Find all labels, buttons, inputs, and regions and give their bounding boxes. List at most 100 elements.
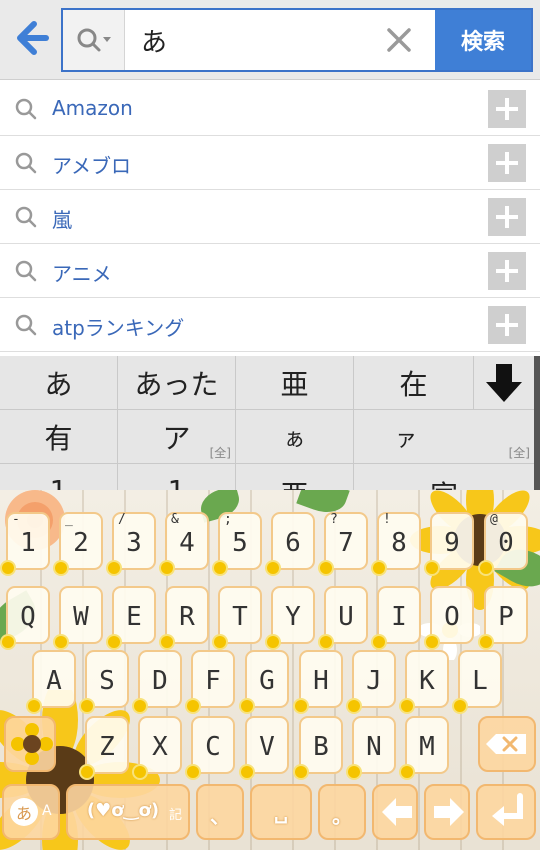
search-engine-selector[interactable] <box>63 10 125 70</box>
key-o[interactable]: O <box>426 586 474 648</box>
candidate-text: ぁ <box>283 427 306 452</box>
candidate[interactable]: 在 <box>354 356 474 410</box>
key-label: E <box>126 602 142 632</box>
plus-icon[interactable] <box>488 90 526 128</box>
candidate[interactable]: 家 <box>354 464 534 490</box>
flower-icon <box>214 562 226 574</box>
key-l[interactable]: L <box>454 650 502 712</box>
sunflower-icon <box>11 723 53 765</box>
key-z[interactable]: Z <box>81 716 129 778</box>
candidate[interactable]: 有 <box>0 410 118 464</box>
flower-icon <box>187 766 199 778</box>
key-m[interactable]: M <box>401 716 449 778</box>
candidate[interactable]: ア [全] <box>118 410 236 464</box>
emoji-key[interactable] <box>4 716 56 772</box>
emoticon-sub-label: 記 <box>168 808 182 823</box>
key-label: Z <box>99 732 115 762</box>
candidate[interactable]: あった <box>118 356 236 410</box>
flower-icon <box>161 562 173 574</box>
key-x[interactable]: X <box>134 716 182 778</box>
emoticon-key[interactable]: (♥ơ‿ơ) 記 <box>66 784 190 840</box>
key-f[interactable]: F <box>187 650 235 712</box>
key-s[interactable]: S <box>81 650 129 712</box>
suggestion-item[interactable]: 嵐 <box>0 190 540 244</box>
plus-icon[interactable] <box>488 306 526 344</box>
back-arrow-icon[interactable] <box>12 18 52 58</box>
suggestion-item[interactable]: Amazon <box>0 82 540 136</box>
candidate[interactable]: 1 <box>118 464 236 490</box>
key-c[interactable]: C <box>187 716 235 778</box>
search-button[interactable]: 検索 <box>435 10 531 70</box>
key-5[interactable]: ; 5 <box>214 512 262 574</box>
flower-icon <box>373 636 385 648</box>
key-label: 6 <box>285 528 301 558</box>
key-3[interactable]: /3 <box>108 512 156 574</box>
key-y[interactable]: Y <box>267 586 315 648</box>
flower-icon <box>108 636 120 648</box>
key-n[interactable]: N <box>348 716 396 778</box>
key-k[interactable]: K <box>401 650 449 712</box>
key-label: 7 <box>338 528 354 558</box>
plus-icon[interactable] <box>488 144 526 182</box>
key-4[interactable]: & 4 <box>161 512 209 574</box>
suggestion-text[interactable]: アメブロ <box>52 150 131 179</box>
comma-key[interactable]: 、 <box>196 784 244 840</box>
key-w[interactable]: W <box>55 586 103 648</box>
key-h[interactable]: H <box>295 650 343 712</box>
key-label: B <box>313 732 329 762</box>
suggestion-item[interactable]: atpランキング <box>0 298 540 352</box>
arrow-right-icon <box>434 798 464 826</box>
plus-icon[interactable] <box>488 198 526 236</box>
enter-key[interactable] <box>476 784 536 840</box>
suggestion-text[interactable]: Amazon <box>52 96 133 120</box>
expand-candidates-icon[interactable] <box>474 356 534 410</box>
fullwidth-tag: [全] <box>508 446 530 460</box>
candidate[interactable]: ぁ <box>236 410 354 464</box>
key-label: 3 <box>126 528 142 558</box>
key-6[interactable]: 6 <box>267 512 315 574</box>
key-r[interactable]: R <box>161 586 209 648</box>
key-8[interactable]: ! 8 <box>373 512 421 574</box>
key-1[interactable]: -1 <box>2 512 50 574</box>
candidate-scrollbar[interactable] <box>534 356 540 490</box>
key-u[interactable]: U <box>320 586 368 648</box>
search-input[interactable]: あ <box>141 22 167 59</box>
flower-icon <box>28 700 40 712</box>
key-i[interactable]: I <box>373 586 421 648</box>
suggestion-text[interactable]: アニメ <box>52 258 112 287</box>
period-key[interactable]: 。 <box>318 784 366 840</box>
candidate[interactable]: 亜 <box>236 464 354 490</box>
key-2[interactable]: _ 2 <box>55 512 103 574</box>
candidate[interactable]: 1 <box>0 464 118 490</box>
key-d[interactable]: D <box>134 650 182 712</box>
key-p[interactable]: P <box>480 586 528 648</box>
key-a[interactable]: A <box>28 650 76 712</box>
key-9[interactable]: 9 <box>426 512 474 574</box>
cursor-right-key[interactable] <box>424 784 470 840</box>
suggestion-text[interactable]: 嵐 <box>52 204 72 233</box>
flower-icon <box>373 562 385 574</box>
suggestion-text[interactable]: atpランキング <box>52 312 184 341</box>
key-7[interactable]: ? 7 <box>320 512 368 574</box>
key-g[interactable]: G <box>241 650 289 712</box>
space-key[interactable]: ␣ <box>250 784 312 840</box>
clear-icon[interactable] <box>383 24 415 56</box>
candidate[interactable]: あ <box>0 356 118 410</box>
candidate[interactable]: 亜 <box>236 356 354 410</box>
search-box: あ 検索 <box>61 8 533 72</box>
key-0[interactable]: @0 <box>480 512 528 574</box>
key-e[interactable]: E <box>108 586 156 648</box>
key-b[interactable]: B <box>295 716 343 778</box>
plus-icon[interactable] <box>488 252 526 290</box>
input-mode-key[interactable]: あ A <box>2 784 60 840</box>
suggestion-item[interactable]: アニメ <box>0 244 540 298</box>
cursor-left-key[interactable] <box>372 784 418 840</box>
key-t[interactable]: T <box>214 586 262 648</box>
backspace-key[interactable] <box>478 716 536 772</box>
flower-icon <box>134 766 146 778</box>
candidate[interactable]: ァ [全] <box>354 410 534 464</box>
key-v[interactable]: V <box>241 716 289 778</box>
key-q[interactable]: Q <box>2 586 50 648</box>
suggestion-item[interactable]: アメブロ <box>0 136 540 190</box>
key-j[interactable]: J <box>348 650 396 712</box>
